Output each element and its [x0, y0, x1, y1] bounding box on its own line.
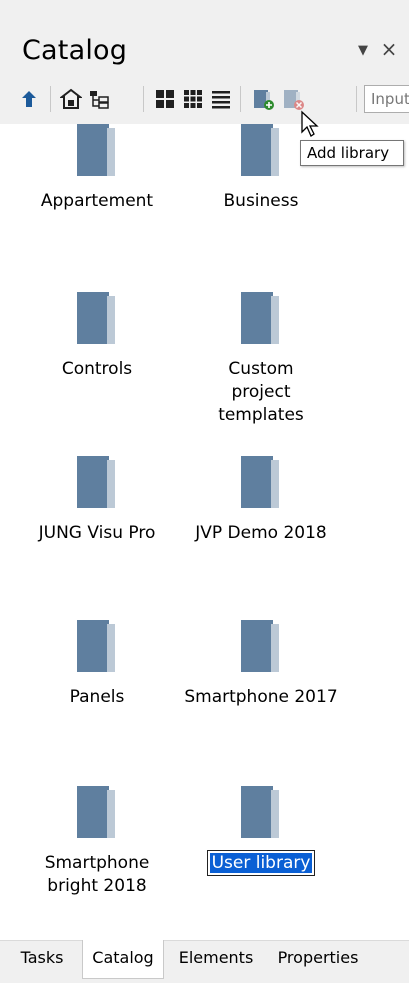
- library-label: Appartement: [40, 191, 154, 211]
- tree-icon[interactable]: [86, 86, 112, 112]
- remove-library-icon[interactable]: [280, 86, 306, 112]
- library-item[interactable]: Business: [176, 124, 346, 213]
- library-label: Smartphone bright 2018: [44, 853, 150, 896]
- library-label: JVP Demo 2018: [195, 523, 327, 543]
- selected-label-text[interactable]: User library: [206, 850, 316, 876]
- up-icon[interactable]: [16, 86, 42, 112]
- mouse-cursor-icon: [300, 110, 320, 140]
- library-book-icon: [77, 124, 117, 176]
- tooltip: Add library: [300, 140, 404, 166]
- library-item-selected[interactable]: User library: [176, 786, 346, 876]
- library-book-icon: [241, 786, 281, 838]
- tab-properties[interactable]: Properties: [270, 940, 366, 976]
- library-item[interactable]: Appartement: [12, 124, 182, 213]
- library-item[interactable]: Panels: [12, 620, 182, 709]
- close-icon[interactable]: ×: [378, 38, 400, 60]
- library-label: Smartphone 2017: [184, 687, 338, 707]
- library-book-icon: [77, 456, 117, 508]
- library-item[interactable]: JUNG Visu Pro: [12, 456, 182, 545]
- library-item[interactable]: Custom project templates: [176, 292, 346, 427]
- library-label: Panels: [69, 687, 125, 707]
- library-label: Controls: [61, 359, 133, 379]
- library-label: Business: [223, 191, 299, 211]
- panel-header: Catalog ▼ ×: [0, 0, 409, 78]
- library-book-icon: [241, 620, 281, 672]
- home-folder-icon[interactable]: [58, 86, 84, 112]
- dropdown-arrow-icon[interactable]: ▼: [354, 42, 372, 60]
- tab-tasks[interactable]: Tasks: [14, 940, 70, 976]
- library-book-icon: [77, 292, 117, 344]
- tab-catalog[interactable]: Catalog: [82, 940, 164, 979]
- library-book-icon: [77, 620, 117, 672]
- library-book-icon: [241, 456, 281, 508]
- search-input[interactable]: Input: [364, 85, 409, 113]
- catalog-content: Appartement Business Controls Custom pro: [0, 124, 409, 940]
- tab-elements[interactable]: Elements: [170, 940, 262, 976]
- large-icons-view-icon[interactable]: [152, 86, 178, 112]
- small-icons-view-icon[interactable]: [180, 86, 206, 112]
- library-item[interactable]: Smartphone 2017: [176, 620, 346, 709]
- panel-title: Catalog: [22, 35, 128, 66]
- library-book-icon: [241, 292, 281, 344]
- library-item[interactable]: JVP Demo 2018: [176, 456, 346, 545]
- add-library-icon[interactable]: [250, 86, 276, 112]
- library-label: JUNG Visu Pro: [38, 523, 156, 543]
- library-label-edit[interactable]: User library: [176, 850, 346, 876]
- library-book-icon: [241, 124, 281, 176]
- list-view-icon[interactable]: [208, 86, 234, 112]
- library-item[interactable]: Controls: [12, 292, 182, 381]
- library-book-icon: [77, 786, 117, 838]
- library-item[interactable]: Smartphone bright 2018: [12, 786, 182, 898]
- library-label: Custom project templates: [218, 359, 304, 425]
